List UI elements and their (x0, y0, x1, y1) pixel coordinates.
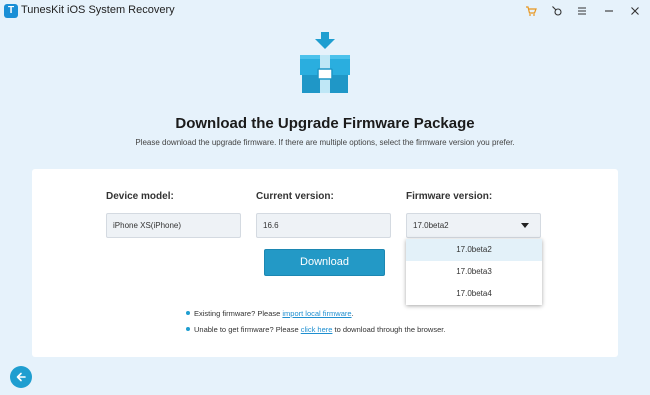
app-title: TunesKit iOS System Recovery (21, 4, 175, 16)
firmware-package-icon (298, 31, 352, 95)
firmware-version-select[interactable]: 17.0beta2 (406, 213, 541, 238)
click-here-link[interactable]: click here (301, 325, 333, 334)
close-icon[interactable] (627, 3, 643, 19)
current-version-field: 16.6 (256, 213, 391, 238)
existing-firmware-note: Existing firmware? Please import local f… (186, 309, 354, 318)
firmware-option[interactable]: 17.0beta3 (406, 261, 542, 283)
import-local-firmware-link[interactable]: import local firmware (282, 309, 351, 318)
download-button[interactable]: Download (264, 249, 385, 276)
current-version-label: Current version: (256, 191, 334, 202)
unable-firmware-note: Unable to get firmware? Please click her… (186, 325, 445, 334)
title-bar: T TunesKit iOS System Recovery (0, 0, 650, 22)
minimize-icon[interactable] (601, 3, 617, 19)
device-model-label: Device model: (106, 191, 174, 202)
firmware-dropdown: 17.0beta2 17.0beta3 17.0beta4 (406, 239, 542, 305)
firmware-card: Device model: Current version: Firmware … (32, 169, 618, 357)
app-logo-icon: T (4, 4, 18, 18)
device-model-field: iPhone XS(iPhone) (106, 213, 241, 238)
cart-icon[interactable] (523, 3, 539, 19)
page-title: Download the Upgrade Firmware Package (175, 115, 475, 132)
note-text: to download through the browser. (332, 325, 446, 334)
firmware-option[interactable]: 17.0beta2 (406, 239, 542, 261)
page-subtitle: Please download the upgrade firmware. If… (135, 138, 515, 147)
account-icon[interactable] (549, 3, 565, 19)
note-text: Unable to get firmware? Please (194, 325, 301, 334)
caret-down-icon (521, 223, 529, 228)
menu-icon[interactable] (574, 3, 590, 19)
firmware-selected-value: 17.0beta2 (413, 221, 449, 230)
bullet-icon (186, 311, 190, 316)
firmware-option[interactable]: 17.0beta4 (406, 283, 542, 305)
back-button[interactable] (10, 366, 32, 388)
note-text: . (351, 309, 354, 318)
bullet-icon (186, 327, 190, 332)
firmware-version-label: Firmware version: (406, 191, 493, 202)
arrow-left-icon (16, 372, 26, 382)
note-text: Existing firmware? Please (194, 309, 283, 318)
